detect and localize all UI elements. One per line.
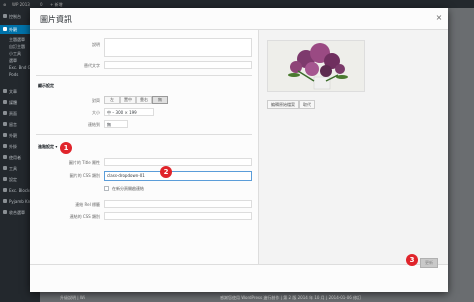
chevron-down-icon: ▾	[55, 144, 58, 149]
sidebar-item-label: 使用者	[9, 155, 21, 160]
align-right-button[interactable]: 靠右	[136, 96, 152, 104]
image-css-class-label: 圖片的 CSS 類別	[69, 173, 100, 178]
sidebar-item-label: 收合選單	[9, 210, 25, 215]
advanced-settings-toggle[interactable]: 進階設定 ▾	[38, 144, 57, 150]
link-rel-label: 連結 Rel 標籤	[75, 202, 100, 207]
size-label: 大小	[92, 110, 100, 115]
image-title-attr-label: 圖片的 Title 屬性	[68, 160, 100, 165]
sidebar-item-label: 工具	[9, 166, 17, 171]
pin-icon	[3, 89, 7, 93]
close-icon[interactable]: ×	[434, 13, 444, 23]
page-icon	[3, 111, 7, 115]
sidebar-item-label: Exc. Blocks	[9, 188, 32, 193]
sidebar-item-label: 設定	[9, 177, 17, 182]
caption-label: 說明	[92, 42, 100, 47]
dashboard-icon	[3, 14, 7, 18]
advanced-settings-title: 進階設定	[38, 144, 54, 149]
sidebar-subitem[interactable]: 主題選單	[9, 37, 25, 43]
align-center-button[interactable]: 置中	[120, 96, 136, 104]
media-icon	[3, 100, 7, 104]
open-new-tab-checkbox[interactable]	[104, 186, 109, 191]
callout-marker-3: 3	[406, 254, 418, 266]
page-scrollbar[interactable]	[462, 30, 468, 290]
sidebar-item-label: 媒體	[9, 100, 17, 105]
comment-icon	[3, 122, 7, 126]
brush-icon	[3, 133, 7, 137]
sidebar-item-label: 文章	[9, 89, 17, 94]
site-name-link[interactable]: WP 2013	[12, 2, 30, 7]
callout-marker-2: 2	[160, 166, 172, 178]
admin-footer: 升級說明 | Wi 感謝您使用 WordPress 進行創作 | 第 2 版 2…	[40, 292, 474, 302]
admin-bar: ⊛ WP 2013 0 + 新增	[0, 0, 474, 8]
modal-header: 圖片資訊 ×	[30, 8, 448, 30]
alt-text-label: 替代文字	[84, 63, 100, 68]
sidebar-subitem[interactable]: 選單	[9, 58, 17, 64]
sidebar-subitem[interactable]: Pods	[9, 72, 18, 77]
link-to-label: 連結到	[88, 122, 100, 127]
blocks-icon	[3, 188, 7, 192]
update-button[interactable]: 更新	[420, 258, 438, 268]
settings-icon	[3, 177, 7, 181]
section-divider	[36, 134, 252, 135]
link-to-select[interactable]: 無	[104, 120, 128, 128]
edit-original-button[interactable]: 編輯原始檔案	[267, 100, 299, 109]
size-select[interactable]: 中 – 300 × 199	[104, 108, 154, 116]
link-to-value: 無	[107, 122, 111, 127]
image-css-class-input[interactable]: class-dropdown-01	[104, 171, 252, 181]
modal-footer	[30, 264, 448, 292]
user-icon	[3, 155, 7, 159]
sidebar-item-label: 留言	[9, 122, 17, 127]
sidebar-item-label: 外掛	[9, 144, 17, 149]
callout-marker-1: 1	[60, 142, 72, 154]
image-details-modal: 圖片資訊 × 說明 替代文字 顯示設定 對齊 左 置中 靠右 無 大小 中 – …	[30, 8, 448, 292]
collapse-icon	[3, 210, 7, 214]
sidebar-subitem[interactable]: 小工具	[9, 51, 21, 57]
display-settings-title: 顯示設定	[38, 83, 54, 88]
sidebar-subitem[interactable]: 自訂主題	[9, 44, 25, 50]
open-new-tab-label: 在新分頁開啟連結	[112, 186, 144, 191]
image-preview	[267, 40, 365, 92]
align-left-button[interactable]: 左	[104, 96, 120, 104]
sidebar-item-label: 外觀	[9, 133, 17, 138]
section-divider	[36, 75, 252, 76]
link-css-class-input[interactable]	[104, 212, 252, 220]
caption-textarea[interactable]	[104, 38, 252, 57]
knife-icon	[3, 199, 7, 203]
alt-text-input[interactable]	[104, 61, 252, 69]
footer-right-text: 感謝您使用 WordPress 進行創作 | 第 2 版 2014 年 10 月…	[220, 295, 362, 300]
sidebar-item-label: 控制台	[9, 14, 21, 19]
new-content-link[interactable]: + 新增	[50, 2, 63, 8]
link-css-class-label: 連結的 CSS 類別	[69, 214, 100, 219]
sidebar-item-label: 外觀	[9, 27, 17, 32]
comments-count[interactable]: 0	[40, 2, 43, 7]
flower-photo-image	[268, 41, 364, 91]
wordpress-icon[interactable]: ⊛	[3, 2, 6, 7]
plugin-icon	[3, 144, 7, 148]
image-title-attr-input[interactable]	[104, 158, 252, 166]
image-preview-panel: 編輯原始檔案 取代	[258, 30, 448, 264]
align-none-button[interactable]: 無	[152, 96, 168, 104]
appearance-icon	[3, 27, 7, 31]
size-value: 中 – 300 × 199	[107, 110, 137, 115]
link-rel-input[interactable]	[104, 200, 252, 208]
replace-button[interactable]: 取代	[299, 100, 315, 109]
wrench-icon	[3, 166, 7, 170]
align-segmented-control: 左 置中 靠右 無	[104, 96, 168, 104]
sidebar-item-label: 頁面	[9, 111, 17, 116]
align-label: 對齊	[92, 98, 100, 103]
image-css-class-value: class-dropdown-01	[107, 173, 145, 178]
modal-title: 圖片資訊	[40, 15, 72, 24]
footer-left-text: 升級說明 | Wi	[60, 295, 85, 300]
